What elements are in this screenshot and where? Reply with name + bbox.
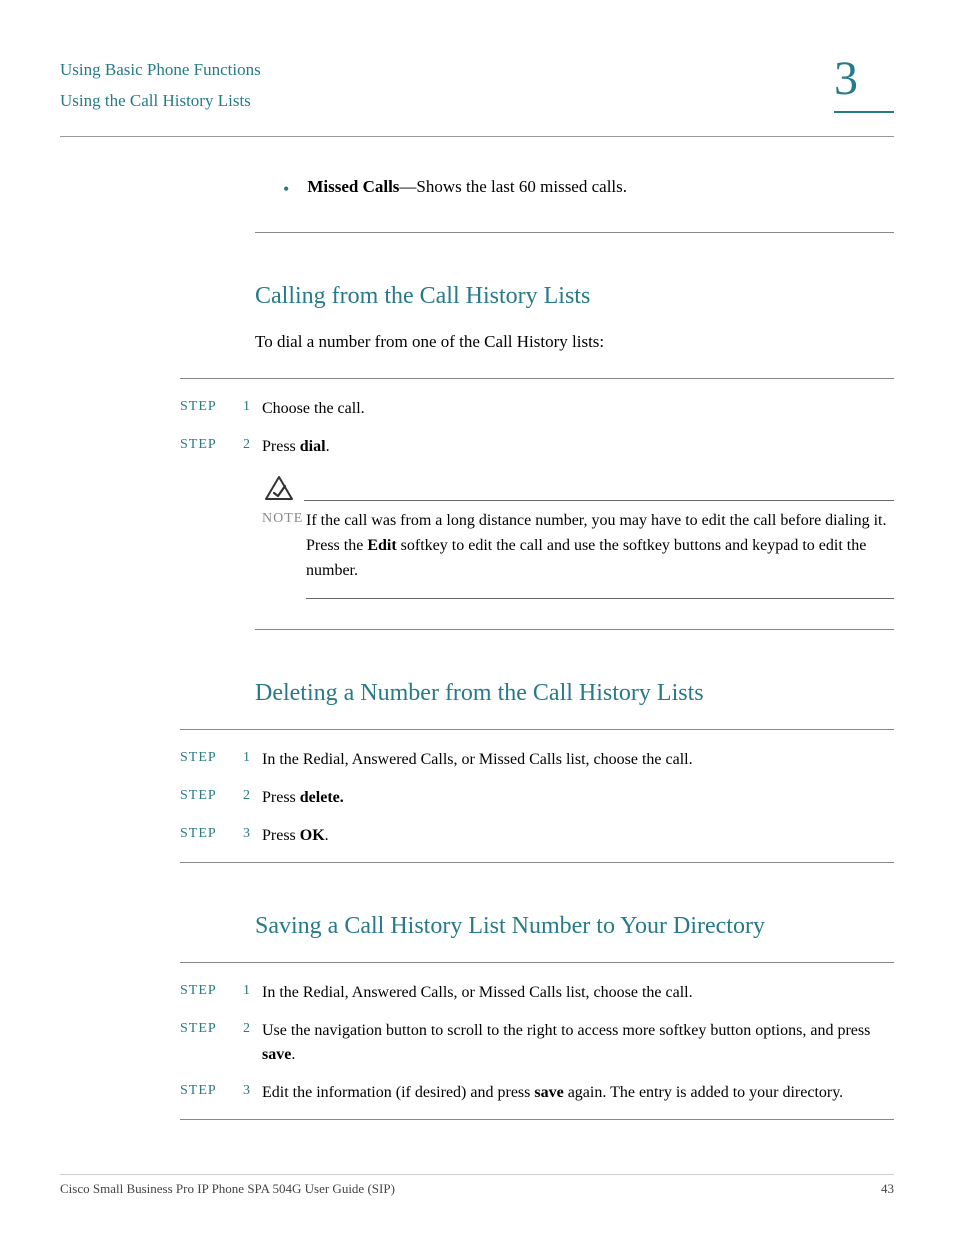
step-row: STEP 1 Choose the call. <box>180 397 894 421</box>
step-body: Use the navigation button to scroll to t… <box>262 1019 894 1067</box>
chapter-number: 3 <box>834 55 894 103</box>
chapter-indicator: 3 <box>834 55 894 113</box>
step-row: STEP 1 In the Redial, Answered Calls, or… <box>180 981 894 1005</box>
step-label: STEP <box>180 397 230 415</box>
note-top-rule <box>304 500 894 501</box>
section-end-rule-wrap <box>255 629 894 630</box>
bullet-bold: Missed Calls <box>307 177 399 196</box>
breadcrumb: Using Basic Phone Functions Using the Ca… <box>60 55 261 116</box>
step-bold: save <box>262 1046 291 1063</box>
note-bold: Edit <box>367 537 396 554</box>
step-post: . <box>326 438 330 455</box>
section-rule <box>180 1119 894 1120</box>
note-icon <box>264 475 294 503</box>
step-number: 2 <box>230 1019 250 1037</box>
step-number: 1 <box>230 397 250 415</box>
note-label: NOTE <box>262 509 306 583</box>
section-calling: Calling from the Call History Lists To d… <box>255 283 894 352</box>
step-label: STEP <box>180 748 230 766</box>
section-calling-steps: STEP 1 Choose the call. STEP 2 Press dia… <box>180 378 894 598</box>
section-saving-steps: STEP 1 In the Redial, Answered Calls, or… <box>180 962 894 1120</box>
section-heading: Calling from the Call History Lists <box>255 283 894 310</box>
section-heading: Deleting a Number from the Call History … <box>255 680 894 707</box>
step-number: 2 <box>230 786 250 804</box>
step-post: . <box>291 1046 295 1063</box>
step-text: Press <box>262 827 300 844</box>
step-number: 3 <box>230 824 250 842</box>
breadcrumb-line-2: Using the Call History Lists <box>60 86 261 117</box>
step-label: STEP <box>180 981 230 999</box>
step-text: Edit the information (if desired) and pr… <box>262 1084 534 1101</box>
steps-rule <box>180 962 894 963</box>
step-body: Press dial. <box>262 435 894 459</box>
chapter-underline <box>834 111 894 113</box>
section-saving: Saving a Call History List Number to You… <box>255 913 894 940</box>
step-number: 2 <box>230 435 250 453</box>
page-header: Using Basic Phone Functions Using the Ca… <box>60 55 894 116</box>
step-label: STEP <box>180 435 230 453</box>
step-body: In the Redial, Answered Calls, or Missed… <box>262 748 894 772</box>
step-row: STEP 1 In the Redial, Answered Calls, or… <box>180 748 894 772</box>
note-body: If the call was from a long distance num… <box>306 509 894 583</box>
bullet-rest: —Shows the last 60 missed calls. <box>399 177 627 196</box>
step-body: Choose the call. <box>262 397 894 421</box>
step-row: STEP 2 Press dial. <box>180 435 894 459</box>
step-text: Use the navigation button to scroll to t… <box>262 1022 870 1039</box>
step-row: STEP 2 Use the navigation button to scro… <box>180 1019 894 1067</box>
step-label: STEP <box>180 786 230 804</box>
step-bold: delete. <box>300 789 344 806</box>
step-post: . <box>325 827 329 844</box>
steps-rule <box>180 378 894 379</box>
section-rule <box>255 629 894 630</box>
footer-title: Cisco Small Business Pro IP Phone SPA 50… <box>60 1181 395 1197</box>
section-rule <box>180 862 894 863</box>
step-label: STEP <box>180 1019 230 1037</box>
step-bold: OK <box>300 827 325 844</box>
step-number: 1 <box>230 748 250 766</box>
step-label: STEP <box>180 1081 230 1099</box>
step-post: again. The entry is added to your direct… <box>564 1084 843 1101</box>
step-bold: dial <box>300 438 326 455</box>
step-bold: save <box>534 1084 563 1101</box>
note-block: NOTE If the call was from a long distanc… <box>262 475 894 598</box>
note-bottom-rule <box>306 598 894 599</box>
step-body: Press delete. <box>262 786 894 810</box>
bullet-section: • Missed Calls—Shows the last 60 missed … <box>255 177 894 233</box>
step-body: In the Redial, Answered Calls, or Missed… <box>262 981 894 1005</box>
page-footer: Cisco Small Business Pro IP Phone SPA 50… <box>60 1174 894 1197</box>
section-deleting-steps: STEP 1 In the Redial, Answered Calls, or… <box>180 729 894 863</box>
step-label: STEP <box>180 824 230 842</box>
step-row: STEP 2 Press delete. <box>180 786 894 810</box>
breadcrumb-line-1: Using Basic Phone Functions <box>60 55 261 86</box>
section-heading: Saving a Call History List Number to You… <box>255 913 894 940</box>
footer-page-number: 43 <box>881 1181 894 1197</box>
step-row: STEP 3 Edit the information (if desired)… <box>180 1081 894 1105</box>
step-body: Press OK. <box>262 824 894 848</box>
step-row: STEP 3 Press OK. <box>180 824 894 848</box>
step-number: 1 <box>230 981 250 999</box>
section-rule <box>255 232 894 233</box>
step-number: 3 <box>230 1081 250 1099</box>
step-text: Press <box>262 438 300 455</box>
bullet-text: Missed Calls—Shows the last 60 missed ca… <box>307 177 894 202</box>
header-rule <box>60 136 894 137</box>
step-text: Press <box>262 789 300 806</box>
bullet-icon: • <box>283 177 289 202</box>
section-intro: To dial a number from one of the Call Hi… <box>255 332 894 352</box>
step-body: Edit the information (if desired) and pr… <box>262 1081 894 1105</box>
section-deleting: Deleting a Number from the Call History … <box>255 680 894 707</box>
steps-rule <box>180 729 894 730</box>
